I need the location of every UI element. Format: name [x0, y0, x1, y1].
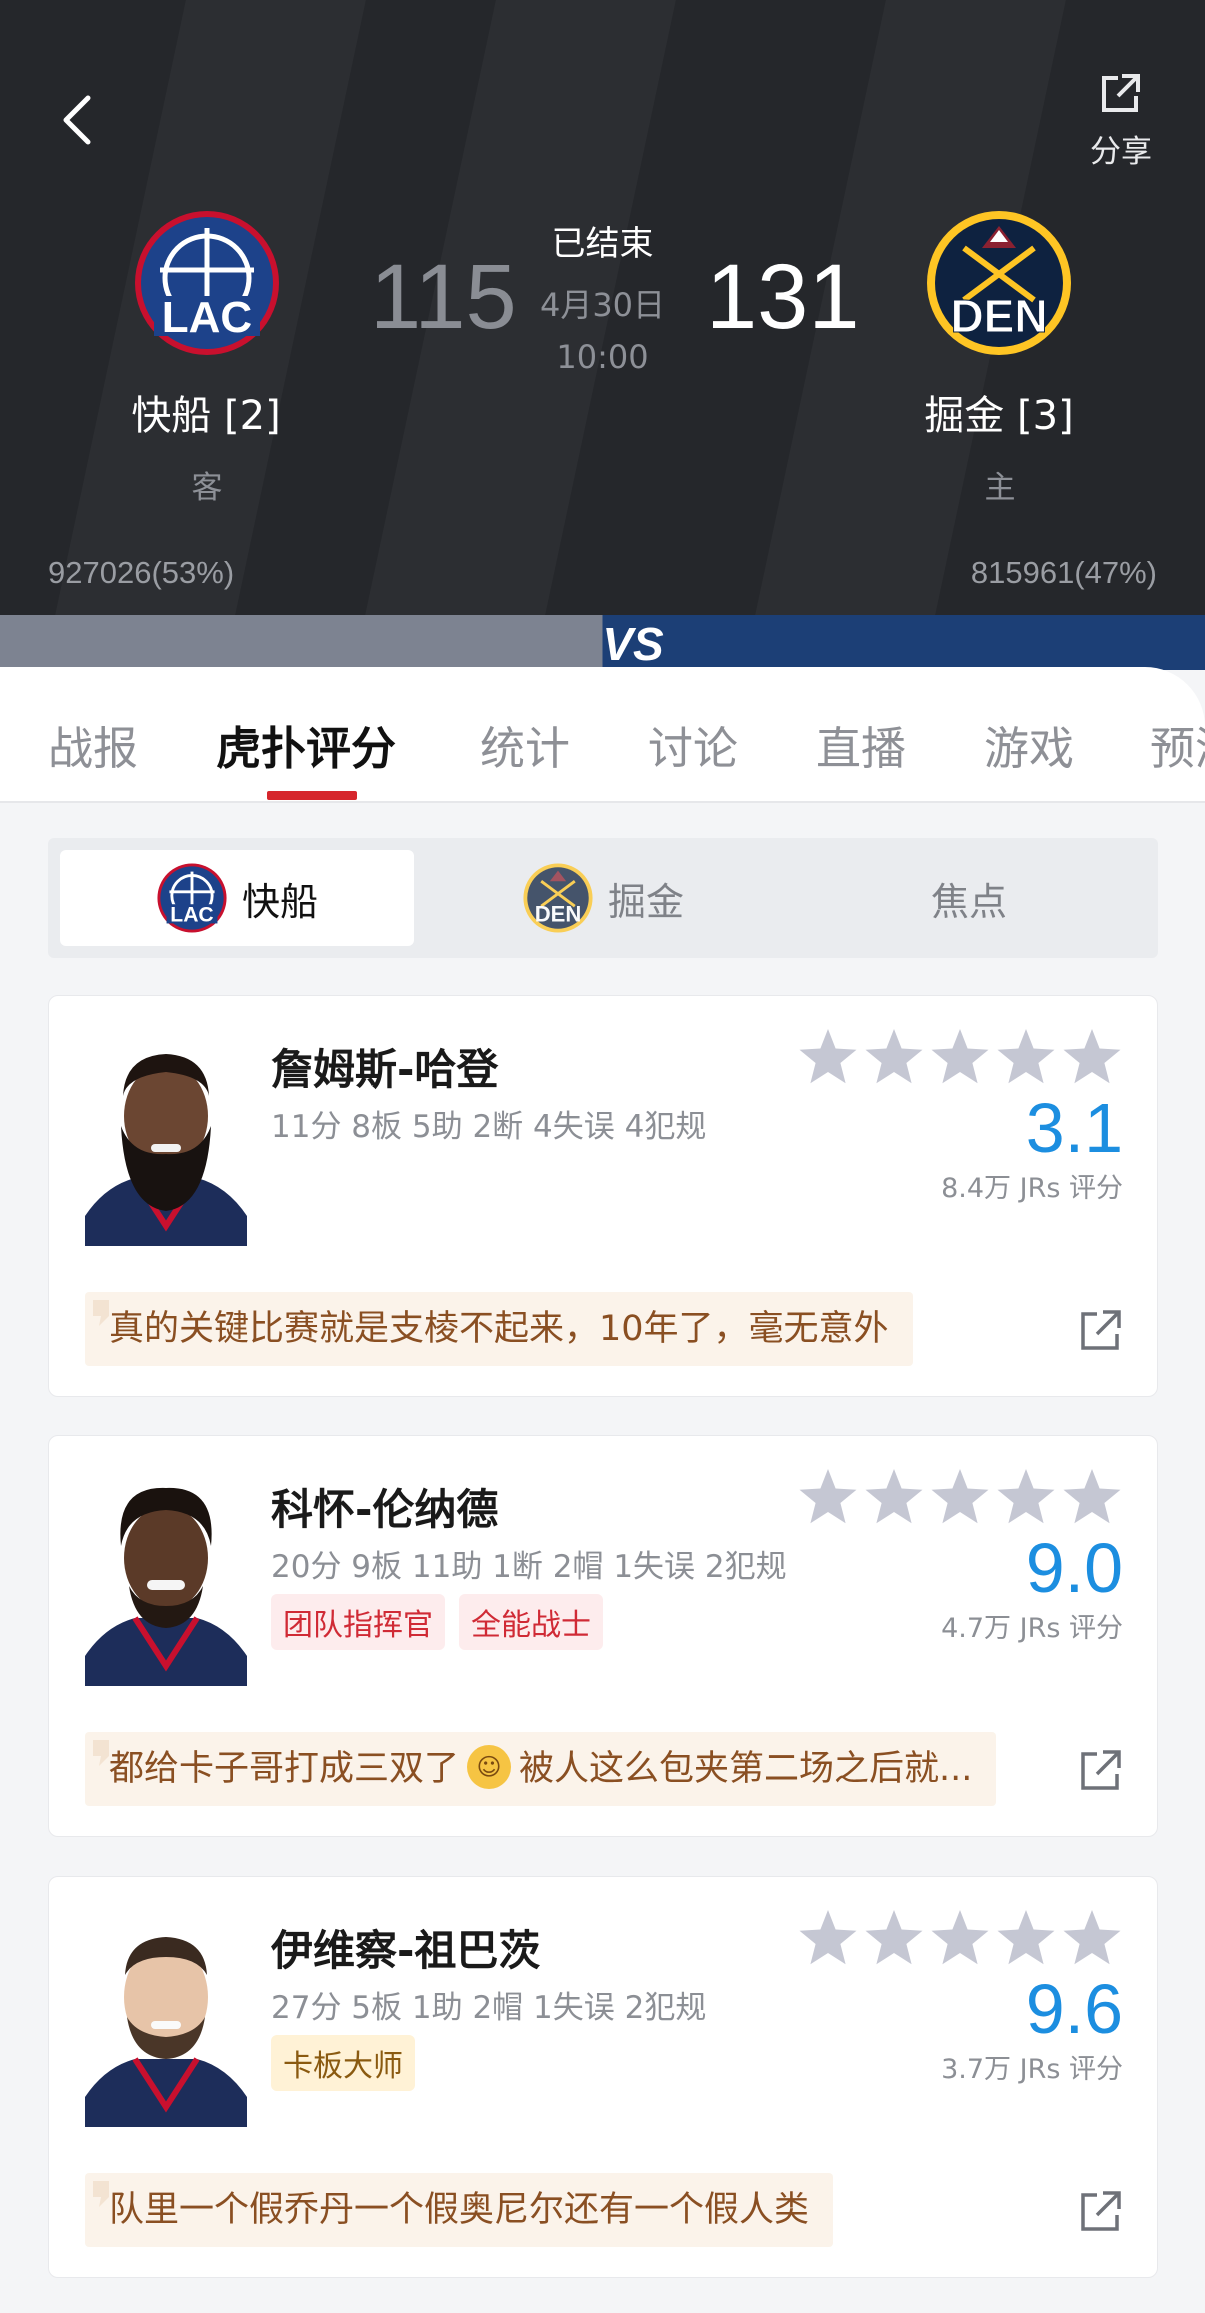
player-stats: 11分 8板 5助 2断 4失误 4犯规: [271, 1109, 707, 1145]
nuggets-logo-text: DEN: [950, 290, 1047, 342]
rating-star-icon[interactable]: [1063, 1469, 1121, 1524]
rating-star-icon[interactable]: [931, 1469, 989, 1524]
quote-icon: [93, 2181, 109, 2207]
quote-icon: [93, 1300, 109, 1326]
tab-hupu-rating[interactable]: 虎扑评分: [216, 712, 396, 777]
rating-count: 4.7万 JRs 评分: [941, 1613, 1123, 1644]
switch-focus-label: 焦点: [930, 879, 1007, 924]
player-stats: 27分 5板 1助 2帽 1失误 2犯规: [271, 1990, 707, 2026]
rating-star-icon[interactable]: [997, 1029, 1055, 1084]
tab-games[interactable]: 游戏: [984, 712, 1074, 777]
switch-clippers[interactable]: LAC 快船: [60, 850, 414, 946]
nuggets-logo[interactable]: DEN: [924, 208, 1074, 358]
home-support-votes: 815961(47%): [970, 555, 1157, 590]
rating-star-icon[interactable]: [799, 1910, 857, 1965]
home-role: 主: [984, 470, 1016, 506]
clippers-logo[interactable]: LAC: [132, 208, 282, 358]
external-link-icon[interactable]: [1079, 1748, 1123, 1792]
player-card[interactable]: 科怀-伦纳德 20分 9板 11助 1断 2帽 1失误 2犯规 团队指挥官 全能…: [48, 1435, 1158, 1837]
clippers-logo-text: LAC: [162, 293, 252, 342]
tab-report[interactable]: 战报: [48, 712, 138, 777]
top-comment-text-continued: 被人这么包夹第二场之后就...: [519, 1749, 973, 1789]
rating-stars[interactable]: [795, 1026, 1125, 1088]
player-rating: 9.0: [1025, 1529, 1123, 1607]
top-comment[interactable]: 真的关键比赛就是支棱不起来，10年了，毫无意外: [85, 1292, 913, 1366]
tab-stats[interactable]: 统计: [480, 712, 570, 777]
back-icon[interactable]: [52, 90, 102, 150]
top-comment-text: 队里一个假乔丹一个假奥尼尔还有一个假人类: [109, 2190, 810, 2230]
team-switcher: LAC 快船 DEN 掘金 焦点: [48, 838, 1158, 958]
away-score: 115: [370, 246, 517, 348]
away-support-votes: 927026(53%): [48, 555, 235, 590]
game-header: 分享 LAC 快船 [2] 客 115 已结束 4月30日 10:00 131 …: [0, 0, 1205, 615]
share-label: 分享: [1090, 134, 1152, 170]
player-rating: 3.1: [1025, 1089, 1123, 1167]
share-icon: [1102, 74, 1140, 112]
away-role: 客: [191, 470, 223, 506]
player-name: 科怀-伦纳德: [271, 1485, 499, 1534]
svg-text:LAC: LAC: [170, 904, 213, 927]
switch-nuggets[interactable]: DEN 掘金: [426, 850, 780, 946]
rating-star-icon[interactable]: [865, 1029, 923, 1084]
player-avatar: [85, 1036, 247, 1246]
tab-discussion[interactable]: 讨论: [648, 712, 738, 777]
external-link-icon[interactable]: [1079, 1308, 1123, 1352]
player-badges: 卡板大师: [271, 2035, 415, 2091]
active-tab-indicator: [267, 791, 357, 800]
top-comment-text: 都给卡子哥打成三双了: [109, 1749, 460, 1789]
quote-icon: [93, 1740, 109, 1766]
player-badge[interactable]: 全能战士: [459, 1594, 603, 1650]
vs-emblem: VS: [602, 618, 664, 670]
rating-stars[interactable]: [795, 1466, 1125, 1528]
rating-count: 3.7万 JRs 评分: [941, 2054, 1123, 2085]
rating-count: 8.4万 JRs 评分: [941, 1173, 1123, 1204]
rating-star-icon[interactable]: [865, 1910, 923, 1965]
player-avatar: [85, 1917, 247, 2127]
game-status: 已结束: [551, 224, 654, 264]
rating-star-icon[interactable]: [931, 1029, 989, 1084]
player-badge[interactable]: 卡板大师: [271, 2035, 415, 2091]
game-time: 10:00: [556, 338, 649, 376]
rating-star-icon[interactable]: [799, 1469, 857, 1524]
external-link-icon[interactable]: [1079, 2189, 1123, 2233]
home-score: 131: [706, 246, 860, 348]
player-badge[interactable]: 团队指挥官: [271, 1594, 445, 1650]
top-comment-text: 真的关键比赛就是支棱不起来，10年了，毫无意外: [109, 1309, 889, 1349]
rating-star-icon[interactable]: [931, 1910, 989, 1965]
tab-prediction[interactable]: 预测: [1150, 712, 1205, 777]
away-team-name[interactable]: 快船 [2]: [76, 383, 336, 441]
player-avatar: [85, 1476, 247, 1686]
laughing-emoji-icon: ☺: [467, 1745, 512, 1789]
player-name: 伊维察-祖巴茨: [271, 1926, 541, 1975]
switch-clippers-label: 快船: [241, 879, 318, 924]
player-badges: 团队指挥官 全能战士: [271, 1594, 603, 1650]
player-card[interactable]: 詹姆斯-哈登 11分 8板 5助 2断 4失误 4犯规 3.1 8.4万 JRs…: [48, 995, 1158, 1397]
top-comment[interactable]: 都给卡子哥打成三双了 ☺ 被人这么包夹第二场之后就...: [85, 1732, 997, 1806]
game-date: 4月30日: [539, 286, 666, 324]
clippers-logo: LAC: [157, 863, 227, 933]
switch-nuggets-label: 掘金: [607, 879, 684, 924]
home-team-name[interactable]: 掘金 [3]: [869, 383, 1129, 441]
tab-live[interactable]: 直播: [816, 712, 906, 777]
share-button[interactable]: 分享: [1081, 70, 1161, 170]
nuggets-logo: DEN: [523, 863, 593, 933]
player-card[interactable]: 伊维察-祖巴茨 27分 5板 1助 2帽 1失误 2犯规 卡板大师 9.6 3.…: [48, 1876, 1158, 2278]
player-stats: 20分 9板 11助 1断 2帽 1失误 2犯规: [271, 1549, 787, 1585]
tab-bar: 战报 虎扑评分 统计 讨论 直播 游戏 预测: [0, 667, 1205, 803]
switch-focus[interactable]: 焦点: [792, 850, 1146, 946]
svg-text:DEN: DEN: [535, 902, 582, 927]
svg-text:VS: VS: [602, 618, 664, 670]
rating-star-icon[interactable]: [799, 1029, 857, 1084]
rating-star-icon[interactable]: [865, 1469, 923, 1524]
player-name: 詹姆斯-哈登: [271, 1045, 499, 1094]
rating-star-icon[interactable]: [1063, 1910, 1121, 1965]
rating-star-icon[interactable]: [997, 1469, 1055, 1524]
player-rating: 9.6: [1025, 1970, 1123, 2048]
rating-stars[interactable]: [795, 1907, 1125, 1969]
top-comment[interactable]: 队里一个假乔丹一个假奥尼尔还有一个假人类: [85, 2173, 834, 2247]
rating-star-icon[interactable]: [1063, 1029, 1121, 1084]
rating-star-icon[interactable]: [997, 1910, 1055, 1965]
